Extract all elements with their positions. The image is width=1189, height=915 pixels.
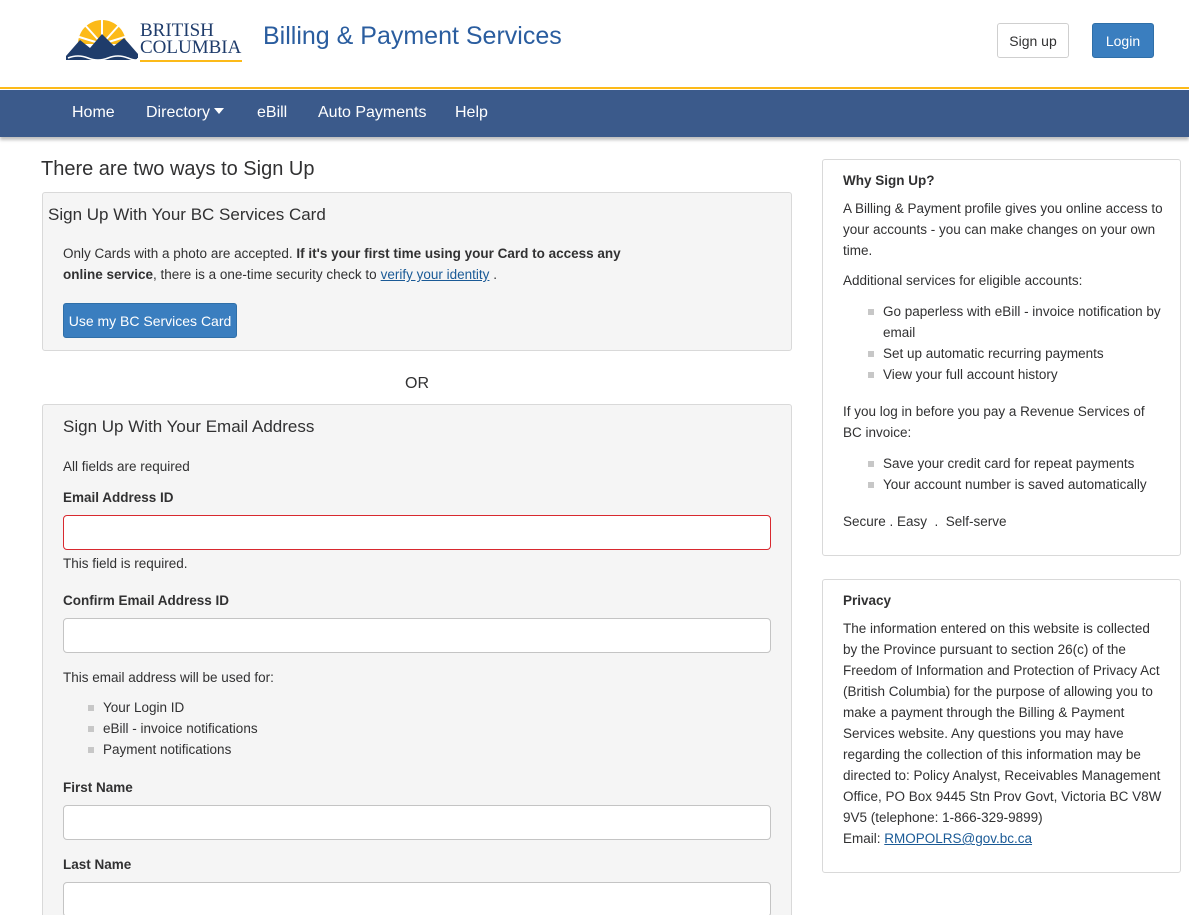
- signup-button[interactable]: Sign up: [997, 23, 1069, 58]
- revenue-services-list: Save your credit card for repeat payment…: [868, 453, 1168, 495]
- first-name-label: First Name: [63, 780, 133, 795]
- logo-wordmark: BRITISH COLUMBIA: [140, 21, 242, 58]
- main-nav: Home Directory eBill Auto Payments Help: [0, 90, 1189, 137]
- email-field[interactable]: [63, 515, 771, 550]
- email-signup-panel: Sign Up With Your Email Address All fiel…: [42, 404, 792, 915]
- privacy-email-prefix: Email:: [843, 831, 881, 846]
- confirm-email-label: Confirm Email Address ID: [63, 593, 230, 608]
- email-label: Email Address ID: [63, 490, 174, 505]
- nav-item-help[interactable]: Help: [455, 104, 488, 122]
- email-error-text: This field is required.: [63, 556, 188, 571]
- site-header: BRITISH COLUMBIA Billing & Payment Servi…: [0, 0, 1189, 89]
- bc-sun-mountain-icon: [66, 18, 139, 68]
- privacy-text: The information entered on this website …: [843, 618, 1163, 849]
- list-item: Save your credit card for repeat payment…: [868, 453, 1168, 474]
- nav-item-ebill[interactable]: eBill: [257, 104, 287, 122]
- list-item: Set up automatic recurring payments: [868, 343, 1168, 364]
- nav-item-directory[interactable]: Directory: [146, 104, 225, 122]
- page-title: There are two ways to Sign Up: [41, 158, 315, 180]
- additional-services-list: Go paperless with eBill - invoice notifi…: [868, 301, 1168, 385]
- list-item: Your account number is saved automatical…: [868, 474, 1168, 495]
- logo-line-2: COLUMBIA: [140, 37, 242, 58]
- bc-logo[interactable]: BRITISH COLUMBIA: [66, 14, 244, 68]
- additional-services-intro: Additional services for eligible account…: [843, 273, 1083, 288]
- use-bc-services-card-button[interactable]: Use my BC Services Card: [63, 303, 237, 338]
- revenue-services-intro: If you log in before you pay a Revenue S…: [843, 404, 1145, 440]
- email-uses-list: Your Login ID eBill - invoice notificati…: [88, 697, 258, 760]
- list-item: View your full account history: [868, 364, 1168, 385]
- required-note: All fields are required: [63, 459, 190, 474]
- privacy-body: The information entered on this website …: [843, 621, 1162, 825]
- site-title[interactable]: Billing & Payment Services: [263, 22, 562, 51]
- confirm-email-field[interactable]: [63, 618, 771, 653]
- card-info-text: Only Cards with a photo are accepted. If…: [63, 243, 663, 285]
- why-intro-text: A Billing & Payment profile gives you on…: [843, 201, 1163, 258]
- logo-underline: [140, 60, 242, 62]
- last-name-label: Last Name: [63, 857, 132, 872]
- login-button[interactable]: Login: [1092, 23, 1154, 58]
- email-uses-intro: This email address will be used for:: [63, 670, 274, 685]
- nav-item-auto-payments[interactable]: Auto Payments: [318, 104, 427, 122]
- verify-identity-link[interactable]: verify your identity: [381, 267, 490, 282]
- tagline: Secure . Easy . Self-serve: [843, 514, 1007, 529]
- nav-item-home[interactable]: Home: [72, 104, 115, 122]
- card-text-after: , there is a one-time security check to: [153, 267, 377, 282]
- bc-services-card-panel: Sign Up With Your BC Services Card Only …: [42, 192, 792, 351]
- why-sign-up-box: Why Sign Up? A Billing & Payment profile…: [822, 159, 1181, 556]
- caret-down-icon: [214, 108, 225, 114]
- card-text-end: .: [493, 267, 497, 282]
- first-name-field[interactable]: [63, 805, 771, 840]
- last-name-field[interactable]: [63, 882, 771, 915]
- list-item: eBill - invoice notifications: [88, 718, 258, 739]
- card-text-plain: Only Cards with a photo are accepted.: [63, 246, 297, 261]
- privacy-box: Privacy The information entered on this …: [822, 579, 1181, 873]
- panel-title: Sign Up With Your BC Services Card: [48, 205, 326, 224]
- list-item: Go paperless with eBill - invoice notifi…: [868, 301, 1168, 343]
- why-sign-up-title: Why Sign Up?: [843, 173, 935, 188]
- list-item: Payment notifications: [88, 739, 258, 760]
- list-item: Your Login ID: [88, 697, 258, 718]
- nav-item-directory-label: Directory: [146, 104, 211, 121]
- panel-title: Sign Up With Your Email Address: [63, 417, 315, 436]
- privacy-email-link[interactable]: RMOPOLRS@gov.bc.ca: [884, 831, 1032, 846]
- or-divider: OR: [405, 375, 429, 392]
- privacy-title: Privacy: [843, 593, 892, 608]
